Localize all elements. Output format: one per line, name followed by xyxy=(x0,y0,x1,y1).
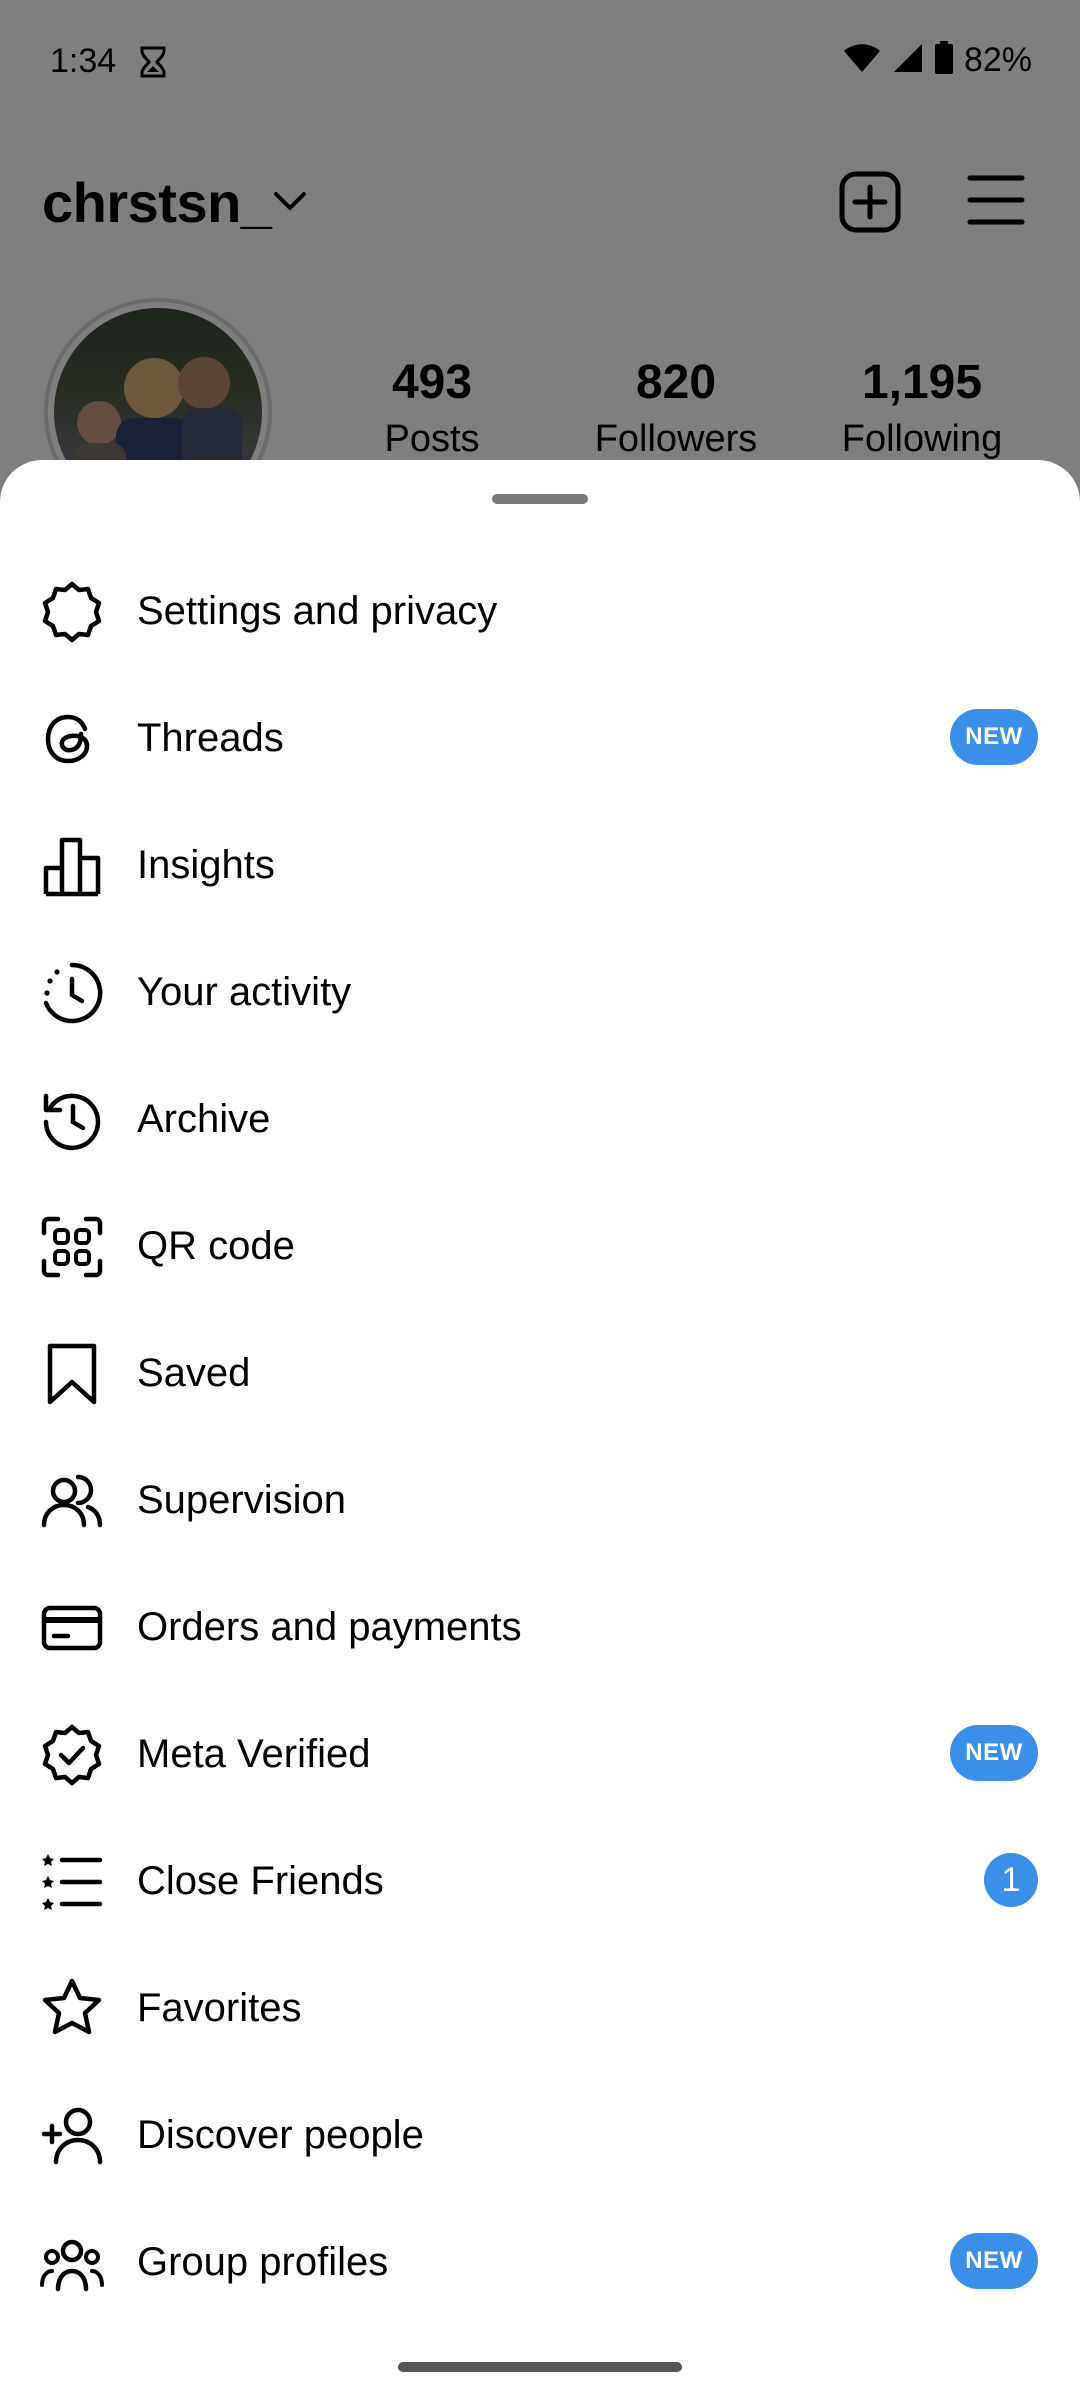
menu-list: Settings and privacy Threads NEW Insight… xyxy=(0,547,1080,2325)
drag-handle[interactable] xyxy=(492,494,588,504)
menu-item-label: Insights xyxy=(137,843,275,887)
bookmark-icon xyxy=(40,1342,104,1406)
menu-item-label: Close Friends xyxy=(137,1859,384,1903)
menu-item-settings-and-privacy[interactable]: Settings and privacy xyxy=(0,547,1080,674)
close-friends-icon xyxy=(40,1850,104,1914)
verified-badge-icon xyxy=(40,1723,104,1787)
menu-item-label: Orders and payments xyxy=(137,1605,522,1649)
group-icon xyxy=(40,2231,104,2295)
settings-icon xyxy=(40,580,104,644)
menu-item-threads[interactable]: Threads NEW xyxy=(0,674,1080,801)
new-badge: NEW xyxy=(950,2233,1038,2289)
menu-item-label: QR code xyxy=(137,1224,295,1268)
menu-item-saved[interactable]: Saved xyxy=(0,1309,1080,1436)
menu-item-label: Your activity xyxy=(137,970,352,1014)
add-person-icon xyxy=(40,2104,104,2168)
menu-item-label: Saved xyxy=(137,1351,251,1395)
count-badge: 1 xyxy=(984,1853,1038,1907)
new-badge: NEW xyxy=(950,709,1038,765)
supervision-icon xyxy=(40,1469,104,1533)
star-icon xyxy=(40,1977,104,2041)
menu-item-favorites[interactable]: Favorites xyxy=(0,1944,1080,2071)
menu-item-label: Meta Verified xyxy=(137,1732,371,1776)
menu-item-orders-and-payments[interactable]: Orders and payments xyxy=(0,1563,1080,1690)
new-badge: NEW xyxy=(950,1725,1038,1781)
insights-icon xyxy=(40,834,104,898)
menu-item-supervision[interactable]: Supervision xyxy=(0,1436,1080,1563)
menu-item-label: Supervision xyxy=(137,1478,347,1522)
activity-icon xyxy=(40,961,104,1025)
menu-item-group-profiles[interactable]: Group profiles NEW xyxy=(0,2198,1080,2325)
threads-icon xyxy=(40,707,104,771)
menu-item-qr-code[interactable]: QR code xyxy=(0,1182,1080,1309)
menu-item-label: Threads xyxy=(137,716,284,760)
menu-item-meta-verified[interactable]: Meta Verified NEW xyxy=(0,1690,1080,1817)
home-indicator[interactable] xyxy=(398,2362,682,2372)
menu-item-label: Discover people xyxy=(137,2113,424,2157)
menu-item-discover-people[interactable]: Discover people xyxy=(0,2071,1080,2198)
menu-item-your-activity[interactable]: Your activity xyxy=(0,928,1080,1055)
menu-item-archive[interactable]: Archive xyxy=(0,1055,1080,1182)
menu-item-label: Favorites xyxy=(137,1986,302,2030)
menu-bottom-sheet: Settings and privacy Threads NEW Insight… xyxy=(0,460,1080,2400)
menu-item-label: Settings and privacy xyxy=(137,589,498,633)
menu-item-close-friends[interactable]: Close Friends 1 xyxy=(0,1817,1080,1944)
archive-icon xyxy=(40,1088,104,1152)
qr-code-icon xyxy=(40,1215,104,1279)
menu-item-label: Group profiles xyxy=(137,2240,389,2284)
menu-item-insights[interactable]: Insights xyxy=(0,801,1080,928)
card-icon xyxy=(40,1596,104,1660)
menu-item-label: Archive xyxy=(137,1097,271,1141)
